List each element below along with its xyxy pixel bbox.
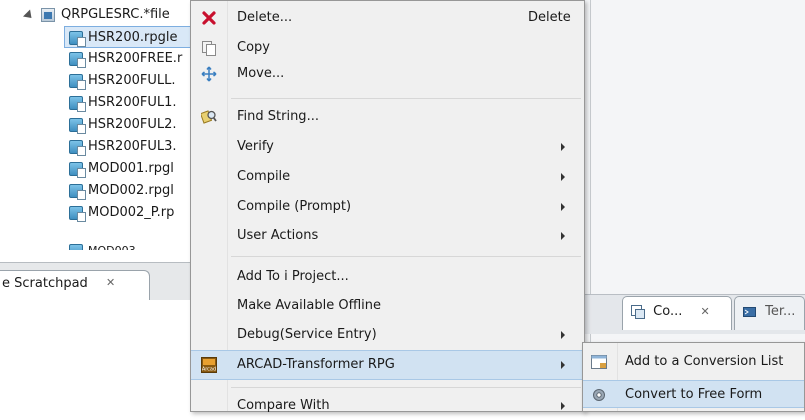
arcad-submenu: Add to a Conversion List Convert to Free… <box>582 342 805 412</box>
tab-scratchpad-label: e Scratchpad <box>2 276 88 291</box>
menu-item-label: Find String... <box>237 109 319 124</box>
menu-item-copy[interactable]: Copy <box>191 34 584 62</box>
member-label: MOD002.rpgl <box>88 183 174 198</box>
collapse-arrow-icon[interactable] <box>22 9 36 22</box>
tree-root-label: QRPGLESRC.*file <box>61 7 170 22</box>
menu-item-compile-prompt[interactable]: Compile (Prompt) <box>191 193 584 221</box>
member-icon <box>69 74 86 90</box>
menu-item-label: Delete... <box>237 10 293 25</box>
menu-separator <box>231 256 581 257</box>
submenu-arrow-icon <box>561 361 565 369</box>
member-label: HSR200FREE.r <box>88 51 183 66</box>
terminal-icon <box>743 306 756 317</box>
menu-item-label: Move... <box>237 66 285 81</box>
tree-item[interactable]: HSR200FREE.r <box>64 48 205 70</box>
tree-item[interactable]: HSR200FUL1. <box>64 92 205 114</box>
tab-scratchpad[interactable]: e Scratchpad ✕ <box>0 270 150 300</box>
menu-item-move[interactable]: Move... <box>191 60 584 88</box>
member-label: MOD003 <box>88 240 136 250</box>
member-icon <box>69 31 86 47</box>
member-icon <box>69 52 86 68</box>
menu-item-find-string[interactable]: Find String... <box>191 103 584 131</box>
source-file-icon <box>41 8 55 22</box>
submenu-arrow-icon <box>561 203 565 211</box>
menu-item-compile[interactable]: Compile <box>191 163 584 191</box>
member-icon <box>69 244 83 250</box>
member-icon <box>69 96 86 112</box>
menu-item-label: User Actions <box>237 228 319 243</box>
move-icon <box>201 66 217 82</box>
tab-terminal[interactable]: Ter... <box>734 296 805 330</box>
conversion-list-icon <box>591 355 607 369</box>
menu-item-delete[interactable]: Delete... Delete <box>191 4 584 32</box>
menu-item-user-actions[interactable]: User Actions <box>191 222 584 250</box>
menu-item-add-to-i-project[interactable]: Add To i Project... <box>191 263 584 291</box>
tab-console-label: Co... <box>653 304 683 319</box>
menu-item-label: Compare With <box>237 398 330 413</box>
member-label: MOD002_P.rp <box>88 205 175 220</box>
tree-item[interactable]: MOD002_P.rp <box>64 202 205 224</box>
member-icon <box>69 206 86 222</box>
member-icon <box>69 184 86 200</box>
tree-item[interactable]: HSR200FUL3. <box>64 136 205 158</box>
delete-x-icon <box>202 11 216 25</box>
member-label: HSR200FULL. <box>88 73 176 88</box>
tab-terminal-label: Ter... <box>765 304 796 319</box>
tree-item[interactable]: MOD001.rpgl <box>64 158 205 180</box>
tree-item[interactable]: HSR200FULL. <box>64 70 205 92</box>
tab-console[interactable]: Co... ✕ <box>622 296 732 330</box>
menu-item-label: Compile <box>237 169 291 184</box>
find-string-icon <box>201 110 217 124</box>
member-label: HSR200FUL2. <box>88 117 177 132</box>
menu-item-debug-service-entry[interactable]: Debug(Service Entry) <box>191 321 584 349</box>
submenu-arrow-icon <box>561 402 565 410</box>
menu-item-label: Debug(Service Entry) <box>237 327 377 342</box>
menu-separator <box>231 387 581 388</box>
member-label: HSR200FUL1. <box>88 95 177 110</box>
submenu-arrow-icon <box>561 143 565 151</box>
menu-item-label: Compile (Prompt) <box>237 199 352 214</box>
console-icon <box>631 304 645 319</box>
menu-item-label: Copy <box>237 40 270 55</box>
menu-item-label: Verify <box>237 139 274 154</box>
tree-item-partial[interactable]: MOD003 <box>64 236 205 250</box>
menu-item-make-available-offline[interactable]: Make Available Offline <box>191 292 584 320</box>
copy-icon <box>202 41 216 56</box>
arcad-icon: Arcad <box>201 357 217 373</box>
tree-item[interactable]: MOD002.rpgl <box>64 180 205 202</box>
tree-root-row[interactable]: QRPGLESRC.*file <box>0 4 205 26</box>
convert-gear-icon <box>593 389 605 401</box>
submenu-arrow-icon <box>561 232 565 240</box>
member-icon <box>69 162 86 178</box>
tree-view: QRPGLESRC.*file HSR200.rpgle HSR200FREE.… <box>0 0 205 262</box>
svg-text:Arcad: Arcad <box>202 367 216 373</box>
menu-item-arcad-transformer-rpg[interactable]: Arcad ARCAD-Transformer RPG <box>191 350 584 380</box>
member-label: HSR200FUL3. <box>88 139 177 154</box>
submenu-item-label: Convert to Free Form <box>625 387 763 402</box>
member-icon <box>69 140 86 156</box>
menu-item-verify[interactable]: Verify <box>191 133 584 161</box>
submenu-arrow-icon <box>561 331 565 339</box>
submenu-item-convert-to-free-form[interactable]: Convert to Free Form <box>583 380 804 408</box>
menu-item-label: ARCAD-Transformer RPG <box>237 357 395 372</box>
menu-item-shortcut: Delete <box>528 10 571 25</box>
submenu-item-add-to-conversion-list[interactable]: Add to a Conversion List <box>583 348 804 376</box>
submenu-arrow-icon <box>561 173 565 181</box>
tree-item[interactable]: HSR200FUL2. <box>64 114 205 136</box>
menu-separator <box>231 98 581 99</box>
member-label: HSR200.rpgle <box>88 30 178 45</box>
tab-close-icon[interactable]: ✕ <box>700 305 709 318</box>
submenu-item-label: Add to a Conversion List <box>625 354 784 369</box>
member-icon <box>69 118 86 134</box>
menu-item-label: Add To i Project... <box>237 269 349 284</box>
menu-item-label: Make Available Offline <box>237 298 382 313</box>
context-menu: Delete... Delete Copy Move... Find Strin… <box>190 0 585 413</box>
menu-item-compare-with[interactable]: Compare With <box>191 392 584 420</box>
tab-close-icon[interactable]: ✕ <box>106 276 115 289</box>
member-label: MOD001.rpgl <box>88 161 174 176</box>
tree-item-hsr200[interactable]: HSR200.rpgle <box>64 26 205 48</box>
